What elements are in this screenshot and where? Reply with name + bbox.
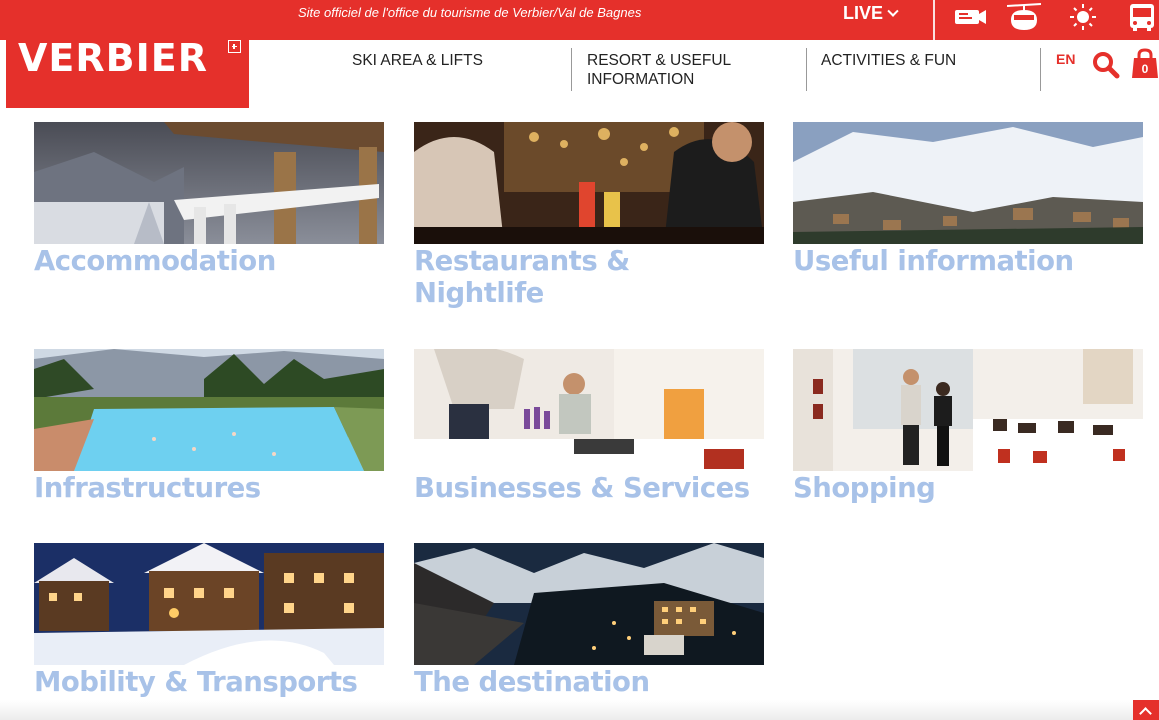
nav-ski-area[interactable]: SKI AREA & LIFTS bbox=[352, 51, 483, 70]
cart-count: 0 bbox=[1141, 62, 1149, 76]
nav-divider bbox=[1040, 48, 1041, 91]
search-icon[interactable] bbox=[1092, 51, 1120, 79]
nav-divider bbox=[571, 48, 572, 91]
live-dropdown[interactable]: LIVE bbox=[843, 3, 899, 24]
accommodation-photo bbox=[34, 122, 384, 244]
mobility-photo bbox=[34, 543, 384, 665]
category-card-businesses[interactable]: Businesses & Services bbox=[414, 349, 764, 504]
category-card-infrastructures[interactable]: Infrastructures bbox=[34, 349, 384, 504]
chevron-down-icon bbox=[887, 5, 899, 17]
gondola-icon[interactable] bbox=[1007, 2, 1041, 32]
nav-label: RESORT & USEFUL bbox=[587, 52, 732, 69]
top-bar: Site officiel de l'office du tourisme de… bbox=[0, 0, 1159, 40]
category-card-restaurants[interactable]: Restaurants & Nightlife bbox=[414, 122, 764, 309]
logo-text: VERBIER bbox=[18, 36, 208, 80]
nav-label: ACTIVITIES & FUN bbox=[821, 52, 957, 69]
card-title-line1: Restaurants & bbox=[414, 245, 630, 277]
bus-icon[interactable] bbox=[1124, 2, 1158, 32]
site-tagline: Site officiel de l'office du tourisme de… bbox=[298, 5, 642, 20]
logo[interactable]: VERBIER bbox=[6, 36, 249, 108]
bottom-edge-shadow bbox=[0, 700, 1133, 720]
card-title[interactable]: Useful information bbox=[793, 245, 1143, 277]
nav-label: SKI AREA & LIFTS bbox=[352, 52, 483, 69]
card-title[interactable]: Restaurants & Nightlife bbox=[414, 245, 764, 309]
restaurants-photo bbox=[414, 122, 764, 244]
category-card-destination[interactable]: The destination bbox=[414, 543, 764, 698]
divider bbox=[933, 0, 935, 40]
live-label: LIVE bbox=[843, 3, 884, 23]
card-title-line2: Nightlife bbox=[414, 277, 544, 309]
shopping-photo bbox=[793, 349, 1143, 471]
swiss-cross-icon bbox=[228, 40, 241, 53]
category-card-mobility[interactable]: Mobility & Transports bbox=[34, 543, 384, 698]
category-card-accommodation[interactable]: Accommodation bbox=[34, 122, 384, 277]
destination-photo bbox=[414, 543, 764, 665]
chevron-up-icon bbox=[1139, 707, 1152, 720]
shopping-bag-icon[interactable]: 0 bbox=[1131, 48, 1159, 80]
category-card-useful-info[interactable]: Useful information bbox=[793, 122, 1143, 277]
infrastructures-photo bbox=[34, 349, 384, 471]
card-title[interactable]: The destination bbox=[414, 666, 764, 698]
card-title[interactable]: Shopping bbox=[793, 472, 1143, 504]
webcam-icon[interactable] bbox=[953, 2, 987, 32]
weather-sun-icon[interactable] bbox=[1066, 2, 1100, 32]
card-title[interactable]: Businesses & Services bbox=[414, 472, 764, 504]
category-card-shopping[interactable]: Shopping bbox=[793, 349, 1143, 504]
card-title[interactable]: Mobility & Transports bbox=[34, 666, 384, 698]
nav-resort-info[interactable]: RESORT & USEFUL INFORMATION bbox=[587, 51, 731, 89]
nav-divider bbox=[806, 48, 807, 91]
language-selector[interactable]: EN bbox=[1056, 51, 1075, 67]
card-title[interactable]: Accommodation bbox=[34, 245, 384, 277]
nav-label-line2: INFORMATION bbox=[587, 71, 695, 88]
useful-info-photo bbox=[793, 122, 1143, 244]
card-title[interactable]: Infrastructures bbox=[34, 472, 384, 504]
nav-activities[interactable]: ACTIVITIES & FUN bbox=[821, 51, 956, 70]
back-to-top-button[interactable] bbox=[1133, 700, 1159, 720]
businesses-photo bbox=[414, 349, 764, 471]
